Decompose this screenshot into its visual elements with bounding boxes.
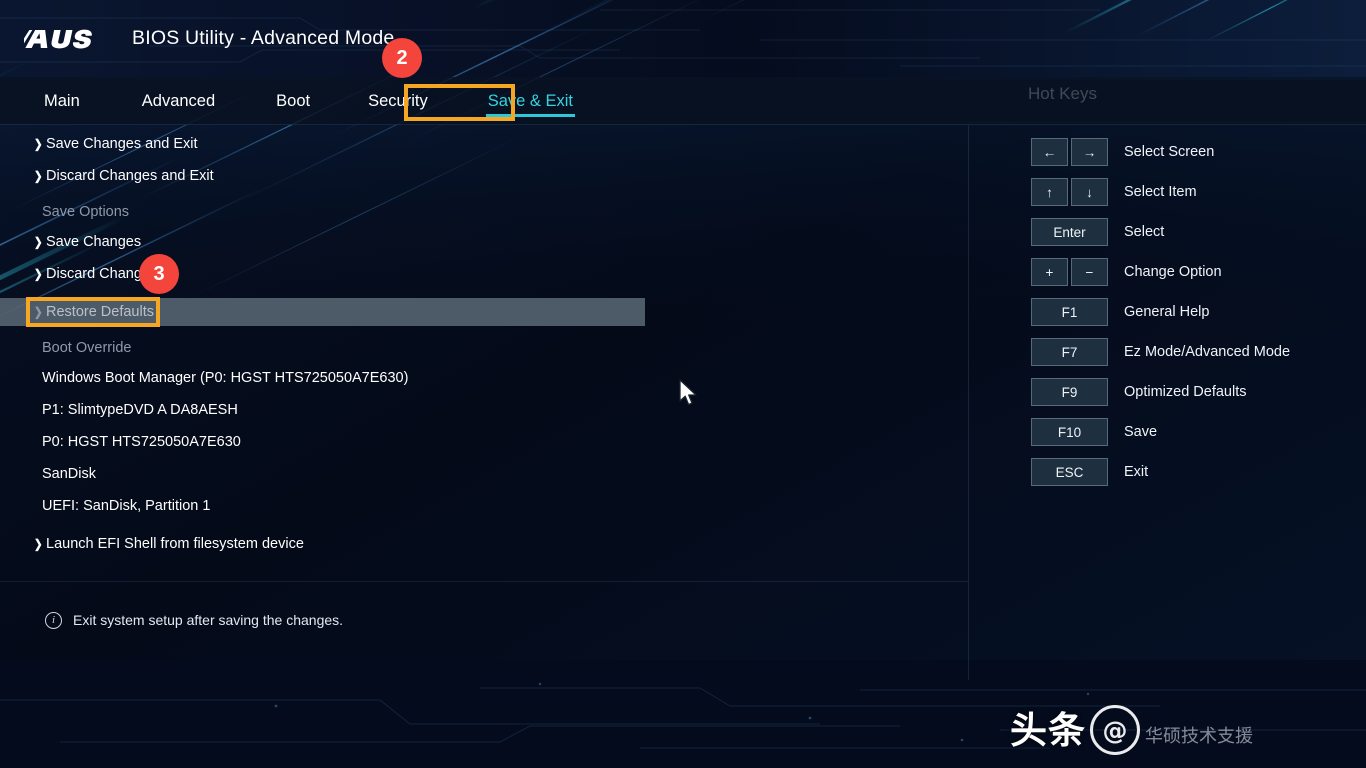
app-header: BIOS Utility - Advanced Mode	[0, 0, 1366, 77]
key-minus[interactable]: −	[1071, 258, 1108, 286]
boot-entry-sandisk[interactable]: SanDisk	[0, 458, 968, 490]
key-arrow-down[interactable]: ↓	[1071, 178, 1108, 206]
hotkey-description: Select Screen	[1124, 144, 1215, 160]
mouse-cursor	[679, 379, 697, 406]
hotkey-description: General Help	[1124, 304, 1210, 320]
menu-item-launch-efi-shell[interactable]: ❯ Launch EFI Shell from filesystem devic…	[0, 528, 968, 560]
page-title: BIOS Utility - Advanced Mode	[132, 27, 395, 49]
chevron-right-icon: ❯	[33, 137, 43, 151]
annotation-badge-2: 2	[382, 38, 422, 78]
hotkey-description: Save	[1124, 424, 1158, 440]
key-enter[interactable]: Enter	[1031, 218, 1108, 246]
hotkey-row-select-item: ↑ ↓ Select Item	[969, 172, 1366, 212]
menu-item-save-changes[interactable]: ❯ Save Changes	[0, 226, 968, 258]
status-text: Exit system setup after saving the chang…	[73, 612, 344, 628]
section-label: Boot Override	[42, 340, 132, 356]
info-icon: i	[45, 611, 62, 629]
menu-item-discard-changes-and-exit[interactable]: ❯ Discard Changes and Exit	[0, 160, 968, 192]
key-f1[interactable]: F1	[1031, 298, 1108, 326]
annotation-box-restore-defaults	[26, 297, 160, 327]
hotkey-row-exit: ESC Exit	[969, 452, 1366, 492]
hotkey-description: Exit	[1124, 464, 1149, 480]
hotkey-row-ez-mode: F7 Ez Mode/Advanced Mode	[969, 332, 1366, 372]
hotkey-row-select: Enter Select	[969, 212, 1366, 252]
key-arrow-left[interactable]: ←	[1031, 138, 1068, 166]
annotation-badge-3: 3	[139, 254, 179, 294]
asus-logo	[24, 26, 110, 52]
key-f7[interactable]: F7	[1031, 338, 1108, 366]
boot-entry-label: P1: SlimtypeDVD A DA8AESH	[42, 402, 238, 418]
boot-entry-label: P0: HGST HTS725050A7E630	[42, 434, 241, 450]
content-divider	[0, 581, 968, 582]
menu-item-save-changes-and-exit[interactable]: ❯ Save Changes and Exit	[0, 128, 968, 160]
tab-main[interactable]: Main	[42, 89, 82, 114]
tab-boot[interactable]: Boot	[274, 89, 312, 114]
hotkey-row-save: F10 Save	[969, 412, 1366, 452]
boot-entry-label: SanDisk	[42, 466, 96, 482]
chevron-right-icon: ❯	[33, 235, 43, 249]
menu-item-label: Save Changes and Exit	[46, 136, 198, 152]
watermark-brand: 华硕技术支援	[1145, 726, 1253, 747]
watermark-logo: @	[1090, 705, 1140, 755]
settings-list: ❯ Save Changes and Exit ❯ Discard Change…	[0, 125, 968, 580]
hotkey-row-optimized-defaults: F9 Optimized Defaults	[969, 372, 1366, 412]
key-arrow-up[interactable]: ↑	[1031, 178, 1068, 206]
boot-entry-label: UEFI: SanDisk, Partition 1	[42, 498, 211, 514]
section-header-save-options: Save Options	[0, 196, 968, 228]
menu-item-label: Discard Changes and Exit	[46, 168, 214, 184]
boot-entry-windows-boot-manager[interactable]: Windows Boot Manager (P0: HGST HTS725050…	[0, 362, 968, 394]
hotkey-row-change-option: + − Change Option	[969, 252, 1366, 292]
key-esc[interactable]: ESC	[1031, 458, 1108, 486]
key-arrow-right[interactable]: →	[1071, 138, 1108, 166]
key-f10[interactable]: F10	[1031, 418, 1108, 446]
chevron-right-icon: ❯	[33, 537, 43, 551]
status-bar: i Exit system setup after saving the cha…	[0, 600, 968, 640]
key-plus[interactable]: +	[1031, 258, 1068, 286]
hotkey-description: Select Item	[1124, 184, 1197, 200]
boot-entry-p0-hgst[interactable]: P0: HGST HTS725050A7E630	[0, 426, 968, 458]
main-nav: Main Advanced Boot Security Save & Exit	[0, 77, 1366, 125]
boot-entry-p1-dvd[interactable]: P1: SlimtypeDVD A DA8AESH	[0, 394, 968, 426]
chevron-right-icon: ❯	[33, 169, 43, 183]
hotkey-row-select-screen: ← → Select Screen	[969, 132, 1366, 172]
hotkey-description: Ez Mode/Advanced Mode	[1124, 344, 1291, 360]
hotkey-description: Change Option	[1124, 264, 1222, 280]
hot-keys-panel: Hot Keys ← → Select Screen ↑ ↓ Select It…	[969, 60, 1366, 680]
section-header-boot-override: Boot Override	[0, 332, 968, 364]
boot-entry-uefi-sandisk[interactable]: UEFI: SanDisk, Partition 1	[0, 490, 968, 522]
tab-advanced[interactable]: Advanced	[140, 89, 217, 114]
hotkey-row-general-help: F1 General Help	[969, 292, 1366, 332]
section-label: Save Options	[42, 204, 130, 220]
boot-entry-label: Windows Boot Manager (P0: HGST HTS725050…	[42, 370, 409, 386]
chevron-right-icon: ❯	[33, 267, 43, 281]
menu-item-label: Launch EFI Shell from filesystem device	[46, 536, 304, 552]
annotation-box-save-and-exit	[404, 84, 515, 121]
key-f9[interactable]: F9	[1031, 378, 1108, 406]
hotkey-description: Select	[1124, 224, 1165, 240]
hotkey-description: Optimized Defaults	[1124, 384, 1247, 400]
watermark-text: 头条	[1010, 709, 1086, 752]
menu-item-label: Save Changes	[46, 234, 142, 250]
